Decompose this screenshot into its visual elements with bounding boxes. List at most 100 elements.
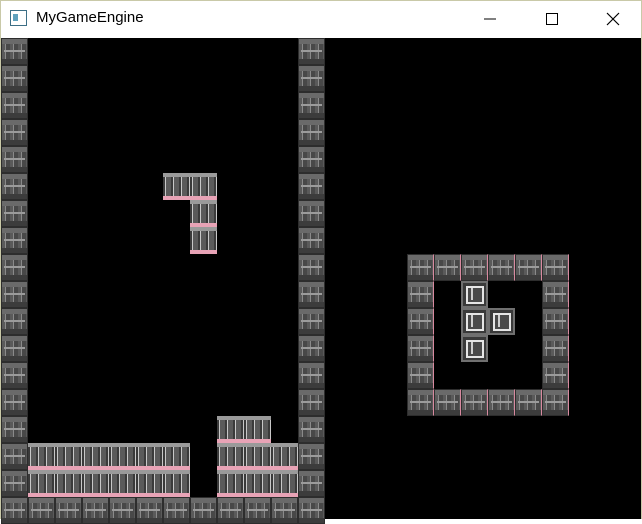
locked-block [109, 470, 136, 497]
preview-frame [407, 389, 434, 416]
falling-block [163, 173, 190, 200]
locked-block [136, 470, 163, 497]
board-wall-right [298, 308, 325, 335]
locked-block [82, 470, 109, 497]
game-canvas [1, 38, 641, 524]
preview-frame [488, 389, 515, 416]
board-wall-right [298, 200, 325, 227]
board-wall-left [1, 200, 28, 227]
board-floor [271, 497, 298, 524]
board-wall-right [298, 416, 325, 443]
preview-frame [434, 389, 461, 416]
board-wall-right [298, 470, 325, 497]
locked-block [244, 416, 271, 443]
board-wall-right [298, 146, 325, 173]
board-wall-left [1, 254, 28, 281]
board-wall-left [1, 65, 28, 92]
falling-block [190, 227, 217, 254]
board-wall-left [1, 227, 28, 254]
locked-block [55, 443, 82, 470]
close-button[interactable] [590, 1, 636, 38]
board-wall-left [1, 416, 28, 443]
board-floor [109, 497, 136, 524]
minimize-icon [484, 18, 496, 20]
locked-block [271, 470, 298, 497]
board-wall-right [298, 227, 325, 254]
board-wall-right [298, 173, 325, 200]
board-wall-left [1, 119, 28, 146]
next-piece-block [461, 281, 488, 308]
locked-block [28, 443, 55, 470]
next-piece-block [461, 308, 488, 335]
preview-frame [407, 281, 434, 308]
board-wall-left [1, 146, 28, 173]
board-wall-right [298, 254, 325, 281]
maximize-button[interactable] [529, 1, 575, 38]
preview-frame [407, 308, 434, 335]
board-wall-right [298, 497, 325, 524]
board-floor [190, 497, 217, 524]
board-wall-left [1, 281, 28, 308]
locked-block [217, 443, 244, 470]
preview-frame [434, 254, 461, 281]
maximize-icon [546, 13, 558, 25]
locked-block [163, 470, 190, 497]
locked-block [217, 470, 244, 497]
preview-frame [542, 254, 569, 281]
window-title: MyGameEngine [36, 9, 144, 26]
locked-block [82, 443, 109, 470]
locked-block [217, 416, 244, 443]
board-wall-left [1, 173, 28, 200]
locked-block [271, 443, 298, 470]
board-floor [82, 497, 109, 524]
board-wall-right [298, 38, 325, 65]
locked-block [163, 443, 190, 470]
game-window: MyGameEngine [0, 0, 642, 524]
board-wall-right [298, 65, 325, 92]
locked-block [244, 443, 271, 470]
board-floor [28, 497, 55, 524]
locked-block [244, 470, 271, 497]
board-wall-left [1, 443, 28, 470]
preview-frame [407, 254, 434, 281]
board-wall-left [1, 389, 28, 416]
board-wall-left [1, 38, 28, 65]
preview-frame [461, 254, 488, 281]
minimize-button[interactable] [467, 1, 513, 38]
board-wall-right [298, 92, 325, 119]
preview-frame [542, 389, 569, 416]
board-wall-right [298, 443, 325, 470]
locked-block [136, 443, 163, 470]
app-icon[interactable] [10, 10, 27, 26]
board-wall-right [298, 362, 325, 389]
board-wall-left [1, 92, 28, 119]
board-wall-left [1, 308, 28, 335]
board-floor [55, 497, 82, 524]
title-bar[interactable]: MyGameEngine [1, 1, 641, 38]
board-floor [244, 497, 271, 524]
board-wall-left [1, 362, 28, 389]
board-wall-left [1, 470, 28, 497]
board-floor [217, 497, 244, 524]
next-piece-block [461, 335, 488, 362]
preview-frame [407, 335, 434, 362]
preview-frame [542, 335, 569, 362]
close-icon [606, 12, 620, 26]
preview-frame [515, 389, 542, 416]
preview-frame [488, 254, 515, 281]
board-wall-right [298, 281, 325, 308]
falling-block [190, 173, 217, 200]
board-floor [163, 497, 190, 524]
board-wall-left [1, 335, 28, 362]
board-wall-left [1, 497, 28, 524]
locked-block [109, 443, 136, 470]
locked-block [28, 470, 55, 497]
preview-frame [461, 389, 488, 416]
preview-frame [542, 281, 569, 308]
preview-frame [515, 254, 542, 281]
preview-frame [542, 308, 569, 335]
preview-frame [407, 362, 434, 389]
board-wall-right [298, 119, 325, 146]
next-piece-block [488, 308, 515, 335]
board-wall-right [298, 389, 325, 416]
